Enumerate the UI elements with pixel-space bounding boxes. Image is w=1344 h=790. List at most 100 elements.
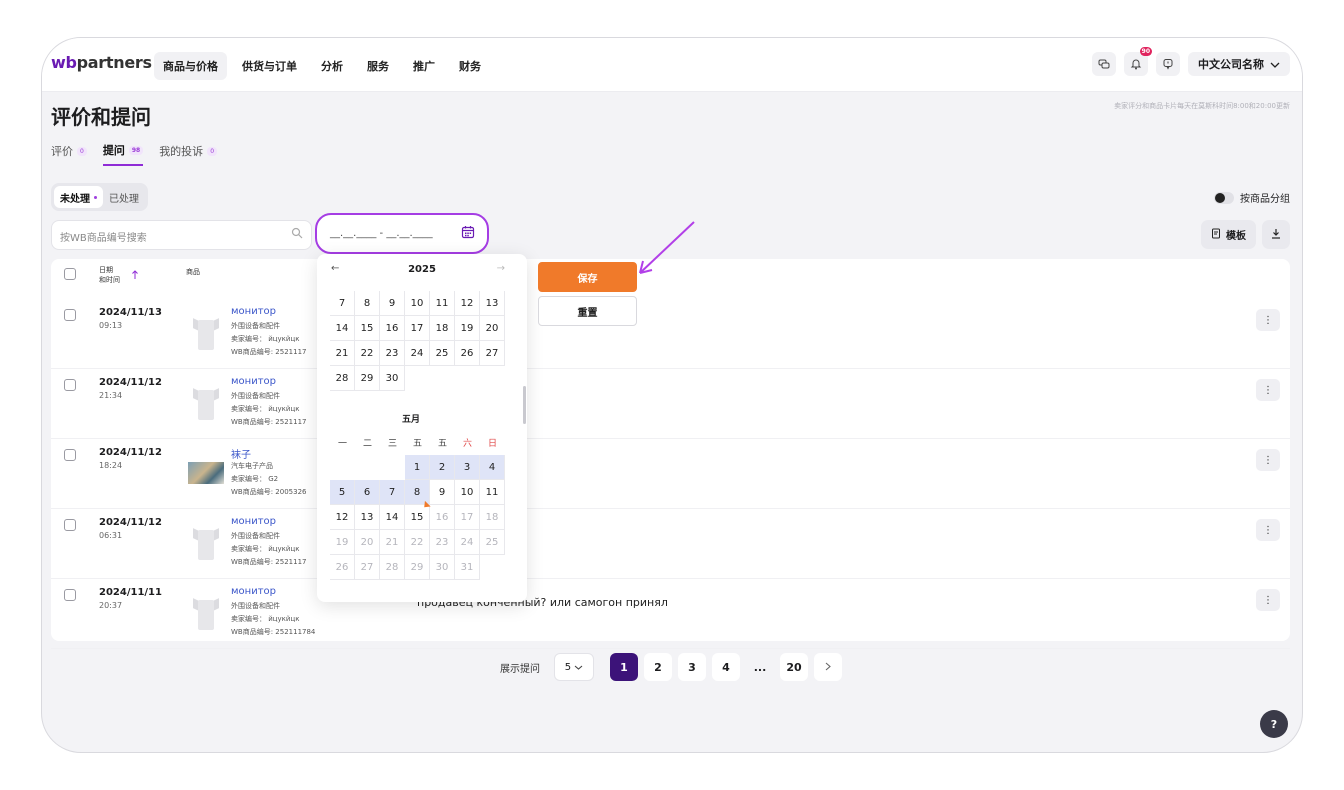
calendar-day[interactable]: 23 (430, 530, 455, 555)
filter-unprocessed[interactable]: 未处理 (54, 186, 103, 208)
calendar-day[interactable]: 7 (330, 291, 355, 316)
calendar-day[interactable]: 31 (455, 555, 480, 580)
row-checkbox[interactable] (64, 449, 76, 461)
arrow-right-icon[interactable]: → (497, 263, 505, 274)
calendar-day[interactable]: 13 (355, 505, 380, 530)
calendar-icon[interactable] (461, 225, 475, 243)
row-checkbox[interactable] (64, 379, 76, 391)
calendar-day[interactable]: 7 (380, 480, 405, 505)
calendar-day[interactable]: 24 (405, 341, 430, 366)
more-options-icon[interactable]: ⋮ (1256, 519, 1280, 541)
page-2[interactable]: 2 (644, 653, 672, 681)
calendar-day[interactable]: 27 (480, 341, 505, 366)
row-checkbox[interactable] (64, 309, 76, 321)
calendar-day[interactable]: 8 (405, 480, 430, 505)
group-by-product[interactable]: 按商品分组 (1214, 190, 1290, 205)
select-all-checkbox[interactable] (64, 268, 76, 280)
calendar-day[interactable]: 20 (480, 316, 505, 341)
calendar-day[interactable]: 29 (405, 555, 430, 580)
nav-products-prices[interactable]: 商品与价格 (154, 52, 227, 80)
calendar-day[interactable]: 10 (405, 291, 430, 316)
calendar-day[interactable]: 22 (355, 341, 380, 366)
calendar-day[interactable]: 18 (430, 316, 455, 341)
calendar-day[interactable]: 5 (330, 480, 355, 505)
calendar-day[interactable]: 15 (355, 316, 380, 341)
reset-button[interactable]: 重置 (538, 296, 637, 326)
calendar-day[interactable]: 11 (480, 480, 505, 505)
table-row[interactable]: 2024/11/13 09:13 монитор 外围设备和配件 卖家编号： йцукй… (51, 299, 1290, 369)
calendar-day[interactable]: 28 (380, 555, 405, 580)
calendar-day[interactable]: 28 (330, 366, 355, 391)
nav-promotion[interactable]: 推广 (404, 52, 444, 80)
nav-supply-orders[interactable]: 供货与订单 (233, 52, 306, 80)
product-image[interactable] (188, 315, 224, 351)
calendar-day[interactable]: 27 (355, 555, 380, 580)
product-image[interactable] (188, 525, 224, 561)
calendar-day[interactable]: 1 (405, 455, 430, 480)
row-checkbox[interactable] (64, 519, 76, 531)
download-button[interactable] (1262, 220, 1290, 249)
chat-icon[interactable] (1092, 52, 1116, 76)
calendar-day[interactable]: 19 (455, 316, 480, 341)
search-input[interactable]: 按WB商品编号搜索 (51, 220, 312, 250)
nav-analytics[interactable]: 分析 (312, 52, 352, 80)
calendar-day[interactable]: 25 (480, 530, 505, 555)
nav-finance[interactable]: 财务 (450, 52, 490, 80)
calendar-day[interactable]: 30 (430, 555, 455, 580)
group-switch[interactable] (1214, 191, 1234, 204)
product-image[interactable] (188, 385, 224, 421)
calendar-day[interactable]: 14 (380, 505, 405, 530)
product-image[interactable] (188, 455, 224, 491)
calendar-day[interactable]: 20 (355, 530, 380, 555)
bell-icon[interactable]: 90 (1124, 47, 1152, 76)
calendar-day[interactable]: 11 (430, 291, 455, 316)
calendar-day[interactable]: 14 (330, 316, 355, 341)
calendar-day[interactable]: 24 (455, 530, 480, 555)
calendar-day[interactable]: 3 (455, 455, 480, 480)
calendar-day[interactable]: 29 (355, 366, 380, 391)
feedback-icon[interactable] (1156, 52, 1180, 76)
product-name-link[interactable]: 袜子 (231, 446, 251, 461)
calendar-day[interactable]: 9 (430, 480, 455, 505)
more-options-icon[interactable]: ⋮ (1256, 589, 1280, 611)
page-3[interactable]: 3 (678, 653, 706, 681)
page-4[interactable]: 4 (712, 653, 740, 681)
page-1[interactable]: 1 (610, 653, 638, 681)
product-name-link[interactable]: монитор (231, 306, 276, 317)
calendar-day[interactable]: 19 (330, 530, 355, 555)
table-row[interactable]: 2024/11/12 21:34 монитор 外围设备和配件 卖家编号： йцукй… (51, 369, 1290, 439)
calendar-day[interactable]: 2 (430, 455, 455, 480)
calendar-day[interactable]: 12 (330, 505, 355, 530)
template-button[interactable]: 模板 (1201, 220, 1256, 249)
calendar-day[interactable]: 10 (455, 480, 480, 505)
calendar-day[interactable]: 8 (355, 291, 380, 316)
calendar-day[interactable]: 6 (355, 480, 380, 505)
product-name-link[interactable]: монитор (231, 586, 276, 597)
date-header[interactable]: 日期 和时间 (99, 265, 120, 285)
tab-reviews[interactable]: 评价 0 (51, 142, 87, 166)
row-checkbox[interactable] (64, 589, 76, 601)
calendar-day[interactable]: 16 (430, 505, 455, 530)
company-selector[interactable]: 中文公司名称 (1188, 52, 1290, 76)
calendar-day[interactable]: 9 (380, 291, 405, 316)
nav-services[interactable]: 服务 (358, 52, 398, 80)
tab-complaints[interactable]: 我的投诉 0 (159, 142, 218, 166)
product-name-link[interactable]: монитор (231, 376, 276, 387)
save-button[interactable]: 保存 (538, 262, 637, 292)
calendar-day[interactable]: 23 (380, 341, 405, 366)
logo[interactable]: wbpartners (51, 53, 152, 72)
next-page-button[interactable] (814, 653, 842, 681)
page-20[interactable]: 20 (780, 653, 808, 681)
calendar-day[interactable]: 4 (480, 455, 505, 480)
more-options-icon[interactable]: ⋮ (1256, 309, 1280, 331)
calendar-day[interactable]: 17 (455, 505, 480, 530)
date-range-input[interactable]: __.__.____ - __.__.____ (315, 213, 489, 254)
calendar-day[interactable]: 26 (330, 555, 355, 580)
filter-processed[interactable]: 已处理 (103, 186, 145, 208)
sort-up-icon[interactable] (131, 265, 139, 284)
table-row[interactable]: 2024/11/11 20:37 монитор 外围设备和配件 卖家编号： йцукй… (51, 579, 1290, 649)
product-image[interactable] (188, 595, 224, 631)
calendar-day[interactable]: 22 (405, 530, 430, 555)
calendar-day[interactable]: 25 (430, 341, 455, 366)
search-icon[interactable] (291, 227, 303, 242)
